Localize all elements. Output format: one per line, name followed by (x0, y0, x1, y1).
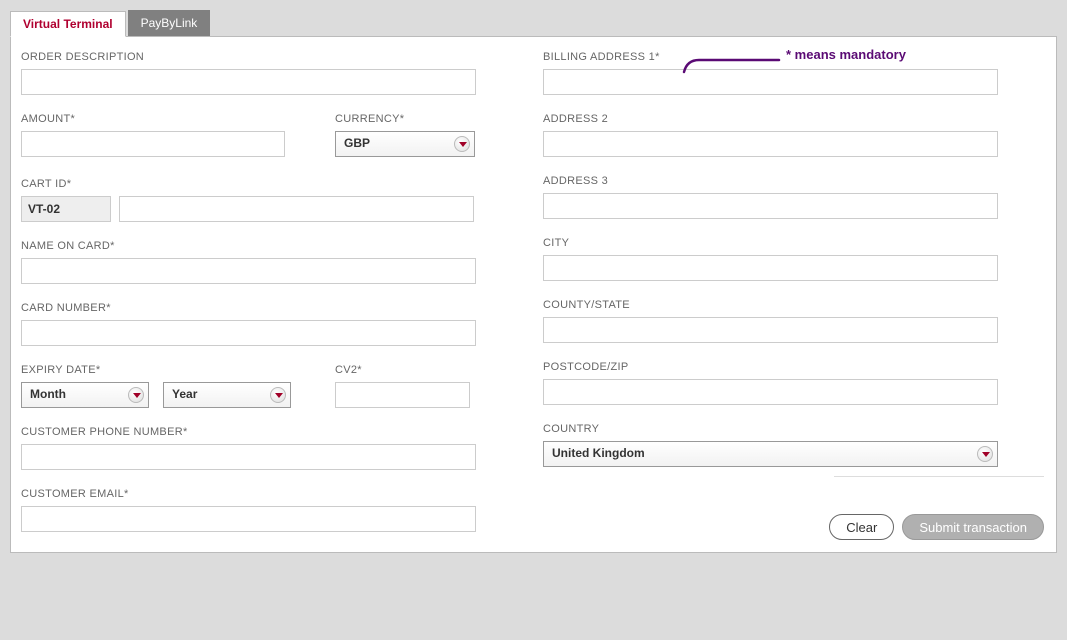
name-on-card-input[interactable] (21, 258, 476, 284)
cv2-input[interactable] (335, 382, 470, 408)
label-card-number: CARD NUMBER* (21, 302, 543, 314)
currency-select[interactable]: GBP (335, 131, 475, 157)
tab-virtual-terminal[interactable]: Virtual Terminal (10, 11, 126, 37)
label-country: COUNTRY (543, 423, 1003, 435)
form-panel: * means mandatory ORDER DESCRIPTION AMOU… (10, 36, 1057, 553)
country-select-value: United Kingdom (552, 446, 645, 460)
billing-address-1-input[interactable] (543, 69, 998, 95)
label-customer-email: CUSTOMER EMAIL* (21, 488, 543, 500)
tab-paybylink[interactable]: PayByLink (128, 10, 211, 36)
label-expiry-date: EXPIRY DATE* (21, 364, 291, 376)
country-select[interactable]: United Kingdom (543, 441, 998, 467)
label-address-3: ADDRESS 3 (543, 175, 1003, 187)
expiry-year-select[interactable]: Year (163, 382, 291, 408)
label-customer-phone: CUSTOMER PHONE NUMBER* (21, 426, 543, 438)
mandatory-hint: * means mandatory (786, 47, 906, 62)
label-order-description: ORDER DESCRIPTION (21, 51, 543, 63)
label-currency: CURRENCY* (335, 113, 475, 125)
order-description-input[interactable] (21, 69, 476, 95)
customer-phone-input[interactable] (21, 444, 476, 470)
cart-id-prefix (21, 196, 111, 222)
expiry-month-select[interactable]: Month (21, 382, 149, 408)
address-2-input[interactable] (543, 131, 998, 157)
submit-transaction-button[interactable]: Submit transaction (902, 514, 1044, 540)
label-billing-address-1: BILLING ADDRESS 1* (543, 51, 1003, 63)
label-cart-id: CART ID* (21, 178, 543, 190)
amount-input[interactable] (21, 131, 285, 157)
expiry-year-value: Year (172, 387, 197, 401)
cart-id-input[interactable] (119, 196, 474, 222)
label-city: CITY (543, 237, 1003, 249)
label-county-state: COUNTY/STATE (543, 299, 1003, 311)
label-postcode-zip: POSTCODE/ZIP (543, 361, 1003, 373)
actions-divider (834, 476, 1044, 477)
chevron-down-icon (454, 136, 470, 152)
postcode-zip-input[interactable] (543, 379, 998, 405)
expiry-month-value: Month (30, 387, 66, 401)
county-state-input[interactable] (543, 317, 998, 343)
label-address-2: ADDRESS 2 (543, 113, 1003, 125)
chevron-down-icon (128, 387, 144, 403)
chevron-down-icon (270, 387, 286, 403)
label-name-on-card: NAME ON CARD* (21, 240, 543, 252)
address-3-input[interactable] (543, 193, 998, 219)
label-amount: AMOUNT* (21, 113, 285, 125)
clear-button[interactable]: Clear (829, 514, 894, 540)
chevron-down-icon (977, 446, 993, 462)
card-number-input[interactable] (21, 320, 476, 346)
customer-email-input[interactable] (21, 506, 476, 532)
currency-select-value: GBP (344, 136, 370, 150)
label-cv2: CV2* (335, 364, 470, 376)
city-input[interactable] (543, 255, 998, 281)
